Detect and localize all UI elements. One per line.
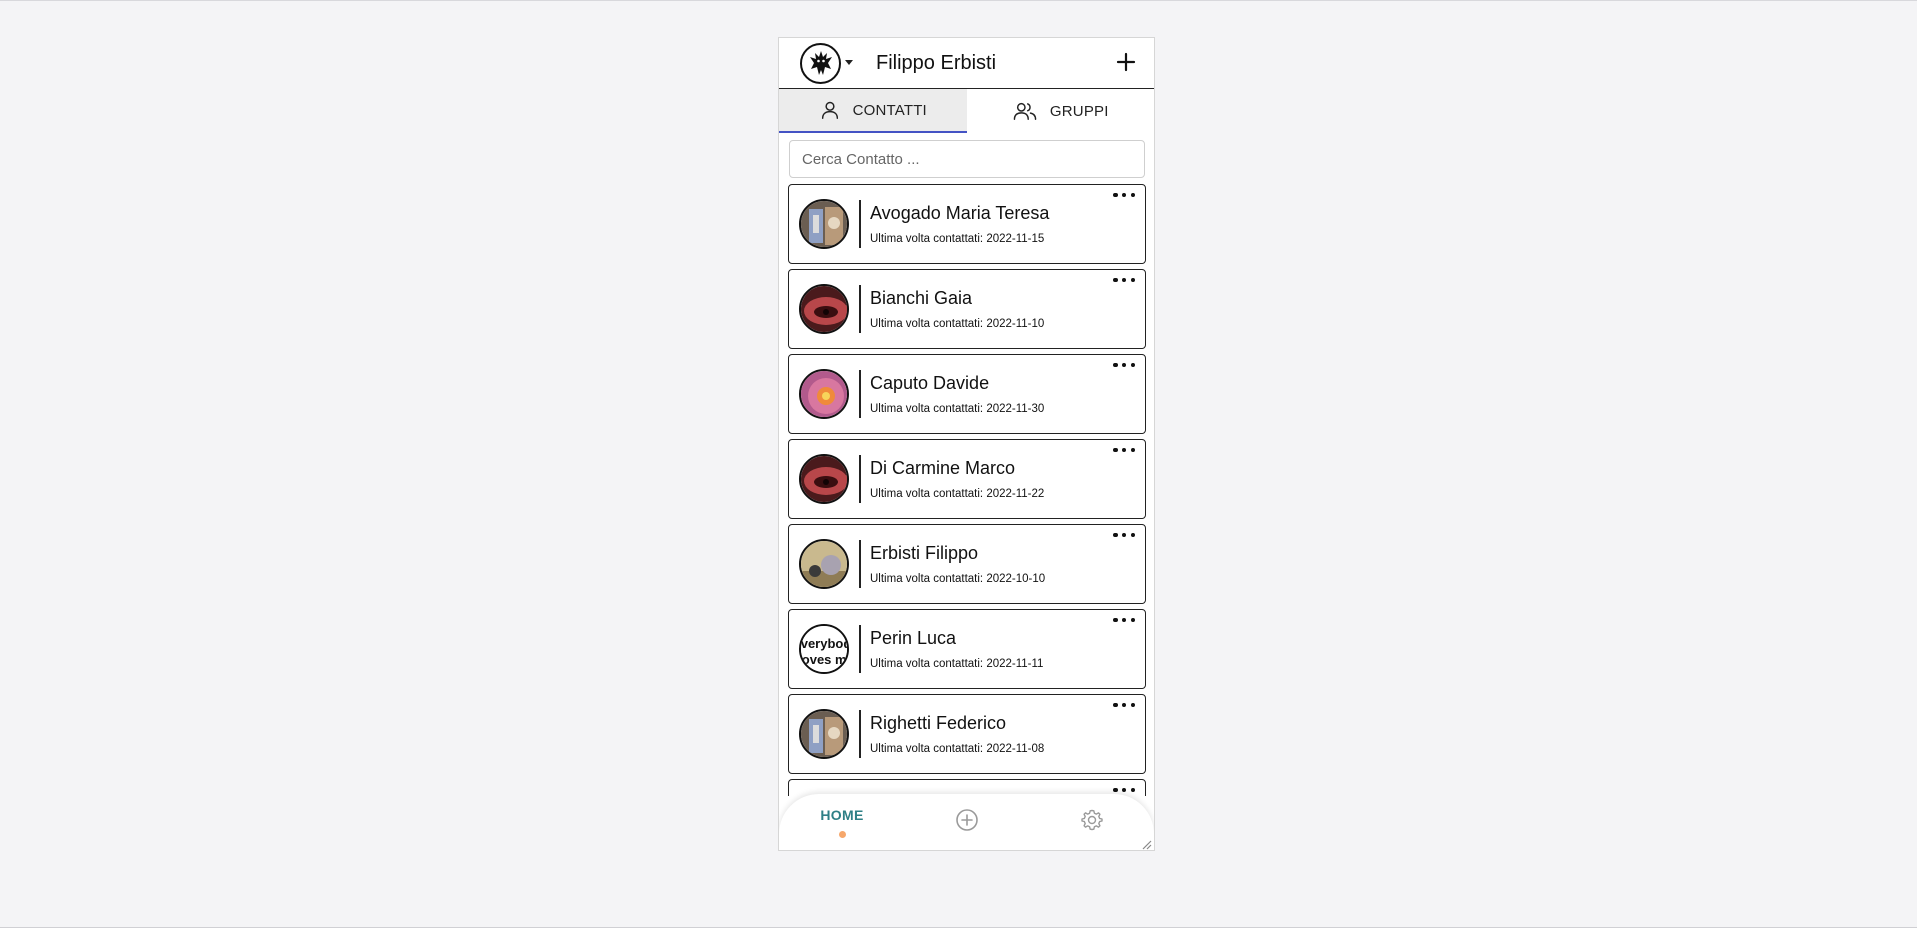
card-divider <box>859 370 861 418</box>
app-header: Filippo Erbisti <box>779 38 1154 89</box>
contact-name: Caputo Davide <box>870 373 990 393</box>
contact-name: Bianchi Gaia <box>870 288 973 308</box>
more-options-icon[interactable] <box>1113 189 1135 201</box>
avatar-lettering-loves-me: loves me <box>801 652 849 667</box>
card-divider <box>859 455 861 503</box>
contact-name: Righetti Federico <box>870 713 1007 733</box>
avatar <box>799 539 849 589</box>
contact-last-contacted: Ultima volta contattati: 2022-11-10 <box>870 318 1045 330</box>
more-options-icon[interactable] <box>1113 359 1135 371</box>
more-options-icon[interactable] <box>1113 444 1135 456</box>
contact-name: Avogado Maria Teresa <box>870 203 1050 223</box>
more-options-icon[interactable] <box>1113 274 1135 286</box>
gear-icon[interactable] <box>1080 808 1104 832</box>
plus-icon <box>1116 52 1136 72</box>
contact-card[interactable]: Erbisti Filippo Ultima volta contattati:… <box>788 524 1146 604</box>
contact-last-contacted: Ultima volta contattati: 2022-11-30 <box>870 403 1045 415</box>
contact-list: Avogado Maria Teresa Ultima volta contat… <box>779 184 1154 796</box>
contact-last-contacted: Ultima volta contattati: 2022-11-15 <box>870 233 1045 245</box>
card-divider <box>859 200 861 248</box>
contact-last-contacted: Ultima volta contattati: 2022-10-10 <box>870 573 1046 585</box>
person-icon <box>821 101 838 119</box>
avatar-lettering-everybody: everybody <box>801 636 849 651</box>
avatar <box>799 199 849 249</box>
contact-card[interactable]: everybody loves me Perin Luca Ultima vol… <box>788 609 1146 689</box>
contact-name: Perin Luca <box>870 628 957 648</box>
tab-contatti-label: CONTATTI <box>852 101 927 119</box>
add-contact-button[interactable] <box>1112 48 1140 76</box>
avatar <box>799 709 849 759</box>
search-input[interactable] <box>789 140 1145 178</box>
tab-bar: CONTATTI GRUPPI <box>779 89 1154 133</box>
avatar <box>799 369 849 419</box>
avatar <box>799 284 849 334</box>
tab-gruppi[interactable]: GRUPPI <box>967 89 1155 133</box>
page-top-border <box>0 0 1917 1</box>
more-options-icon[interactable] <box>1113 529 1135 541</box>
circle-plus-icon[interactable] <box>955 808 979 832</box>
app-window: Filippo Erbisti CONTATTI GRUPPI Cerca Co… <box>778 37 1155 851</box>
card-divider <box>859 625 861 673</box>
contact-card[interactable]: Bianchi Gaia Ultima volta contattati: 20… <box>788 269 1146 349</box>
tab-contatti[interactable]: CONTATTI <box>779 89 967 133</box>
profile-avatar[interactable] <box>800 43 841 84</box>
more-options-icon[interactable] <box>1113 699 1135 711</box>
contact-card[interactable]: Caputo Davide Ultima volta contattati: 2… <box>788 354 1146 434</box>
bat-logo-icon <box>809 50 832 75</box>
contact-last-contacted: Ultima volta contattati: 2022-11-08 <box>870 743 1045 755</box>
people-icon <box>1013 102 1037 120</box>
tab-gruppi-label: GRUPPI <box>1049 102 1109 120</box>
contact-card[interactable]: Righetti Federico Ultima volta contattat… <box>788 694 1146 774</box>
more-options-icon[interactable] <box>1113 614 1135 626</box>
contact-last-contacted: Ultima volta contattati: 2022-11-11 <box>870 658 1044 670</box>
page-title: Filippo Erbisti <box>876 52 997 74</box>
active-indicator-dot <box>839 831 846 838</box>
nav-home-button[interactable]: HOME <box>809 807 875 823</box>
contact-card[interactable]: Di Carmine Marco Ultima volta contattati… <box>788 439 1146 519</box>
contact-card[interactable]: Avogado Maria Teresa Ultima volta contat… <box>788 184 1146 264</box>
card-divider <box>859 540 861 588</box>
contact-name: Erbisti Filippo <box>870 543 979 563</box>
bottom-navigation: HOME <box>779 794 1154 850</box>
profile-dropdown-caret-icon[interactable] <box>845 60 853 65</box>
card-divider <box>859 285 861 333</box>
avatar: everybody loves me <box>799 624 849 674</box>
contact-last-contacted: Ultima volta contattati: 2022-11-22 <box>870 488 1045 500</box>
card-divider <box>859 710 861 758</box>
resize-grip-icon[interactable] <box>1140 838 1152 850</box>
avatar <box>799 454 849 504</box>
contact-name: Di Carmine Marco <box>870 458 1016 478</box>
